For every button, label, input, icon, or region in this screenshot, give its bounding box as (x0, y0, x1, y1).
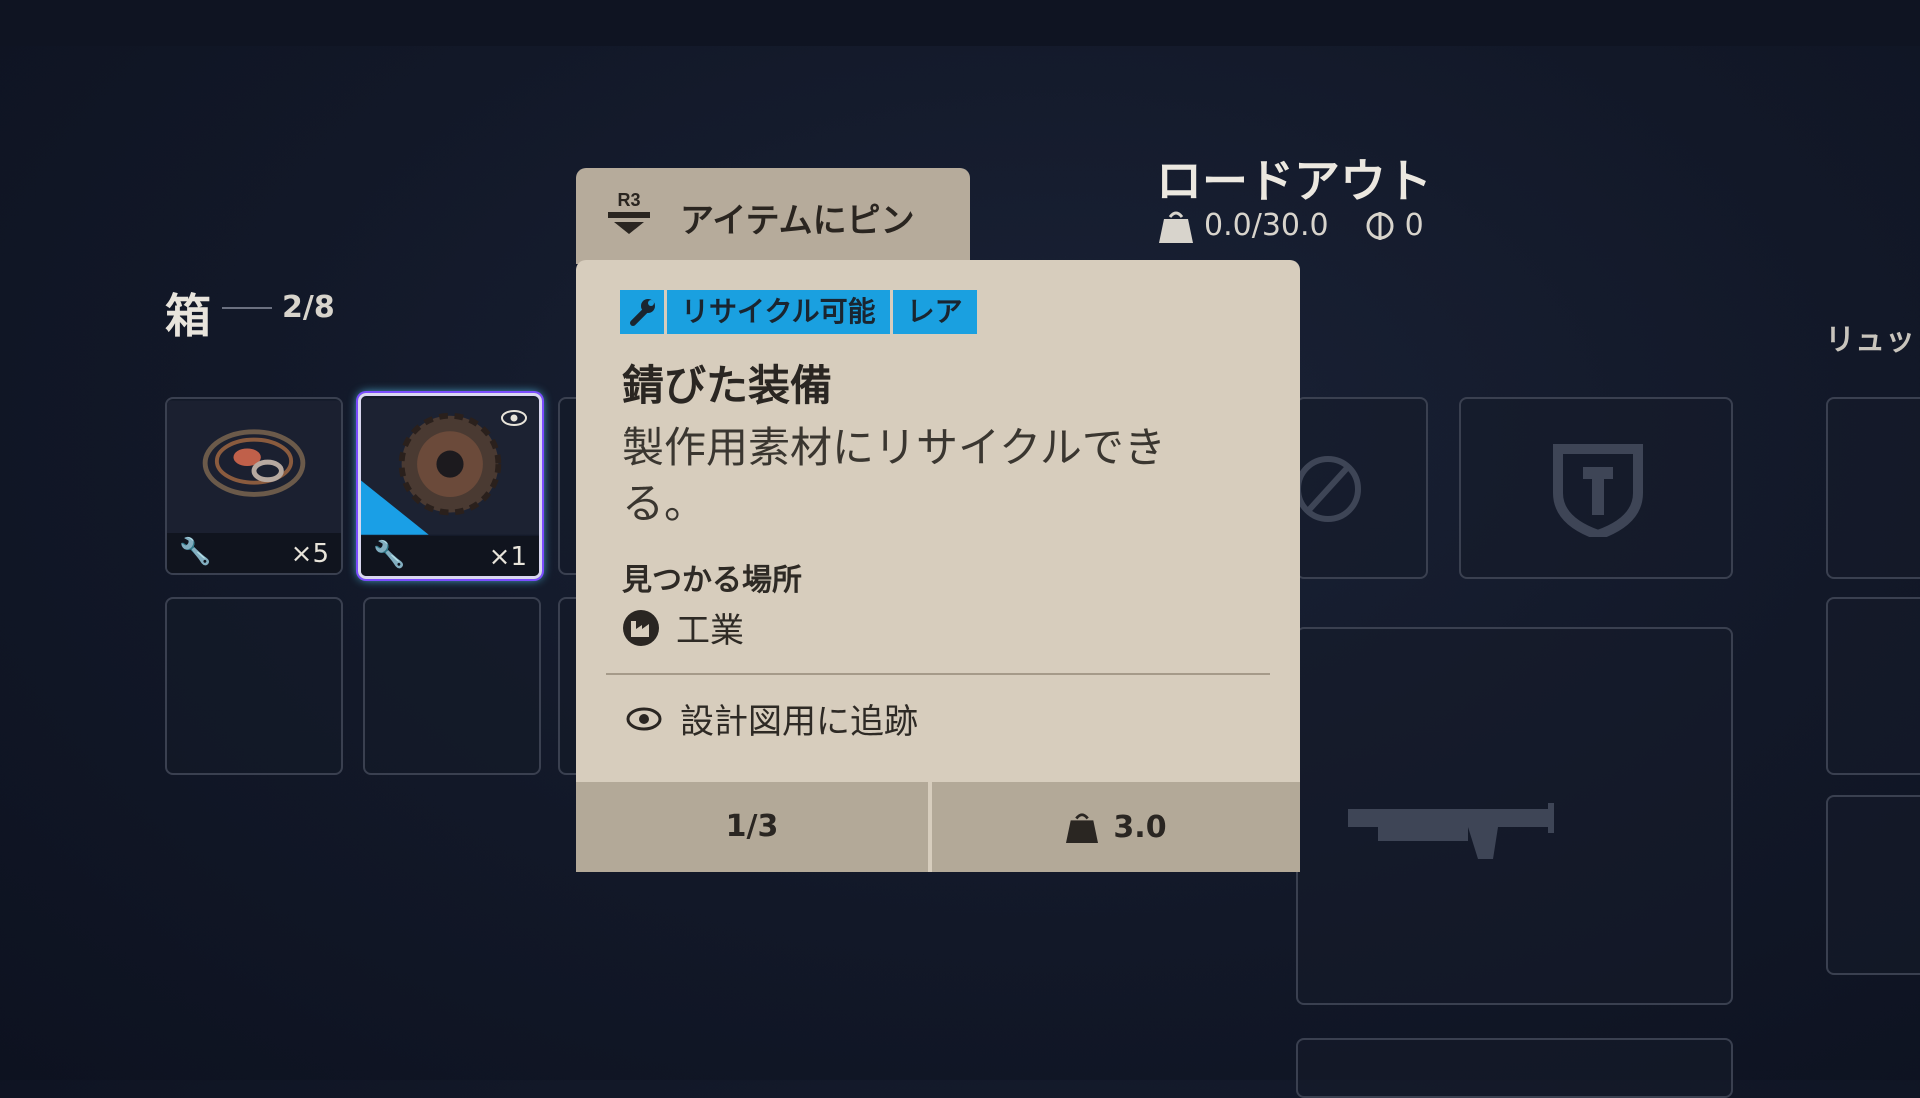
track-label: 設計図用に追跡 (680, 702, 918, 742)
item-weight: 3.0 (932, 782, 1300, 872)
item-quantity: ×5 (290, 539, 329, 569)
inventory-slot-gear-selected[interactable]: 🔧 ×1 (358, 393, 542, 579)
found-location-value: 工業 (676, 611, 744, 651)
inventory-slot-wire[interactable]: 🔧 ×5 (165, 397, 343, 575)
svg-text:R3: R3 (617, 190, 640, 210)
coin-icon (1366, 211, 1394, 240)
weight-bag-icon (1066, 813, 1099, 843)
loadout-slot-weapon[interactable] (1296, 627, 1733, 1005)
loadout-slot[interactable] (1296, 1038, 1733, 1098)
backpack-slot[interactable] (1826, 597, 1920, 775)
tooltip-page-indicator: 1/3 (725, 809, 779, 844)
item-description: 製作用素材にリサイクルできる。 (622, 423, 1166, 528)
found-location-label: 見つかる場所 (622, 563, 802, 598)
weight-bag-icon (1159, 211, 1193, 243)
blocked-icon (1295, 456, 1361, 522)
backpack-slot[interactable] (1826, 795, 1920, 975)
crate-count: 2/8 (282, 290, 335, 325)
backpack-label: リュッ (1825, 323, 1915, 358)
recyclable-tag-icon (620, 290, 664, 334)
track-for-blueprint[interactable]: 設計図用に追跡 (626, 694, 918, 743)
recyclable-wrench-icon: 🔧 (179, 537, 212, 567)
eye-icon (626, 707, 662, 730)
eye-icon (501, 410, 527, 426)
item-weight-value: 3.0 (1113, 809, 1167, 845)
wrench-icon (630, 299, 655, 326)
top-bar (0, 0, 1920, 46)
weapon-silhouette-icon (1348, 803, 1554, 859)
loadout-slot-blocked[interactable] (1295, 397, 1428, 579)
shield-icon (1553, 444, 1643, 537)
loadout-stats: 0.0/30.0 0 (1158, 208, 1424, 243)
item-name: 錆びた装備 (622, 361, 833, 410)
recyclable-tag: リサイクル可能 (667, 290, 890, 334)
loadout-slot-shield[interactable] (1459, 397, 1733, 579)
loadout-currency: 0 (1404, 208, 1424, 243)
rarity-tag: レア (892, 290, 977, 334)
tooltip-divider (606, 673, 1270, 675)
recyclable-wrench-icon: 🔧 (373, 540, 406, 570)
pin-item-label: アイテムにピン (680, 201, 915, 241)
wire-spool-item-icon (167, 400, 341, 535)
industrial-icon (623, 609, 659, 646)
crate-title: 箱 (165, 289, 211, 343)
loadout-weight: 0.0/30.0 (1204, 208, 1329, 243)
backpack-slot[interactable] (1826, 397, 1920, 579)
crate-title-divider (222, 307, 272, 309)
item-tags: リサイクル可能 レア (620, 290, 977, 334)
loadout-title: ロードアウト (1156, 154, 1432, 208)
inventory-slot-empty[interactable] (165, 597, 343, 775)
item-quantity: ×1 (488, 542, 527, 572)
found-location: 工業 (622, 603, 744, 652)
r3-button-icon: R3 (608, 190, 650, 234)
inventory-slot-empty[interactable] (363, 597, 541, 775)
